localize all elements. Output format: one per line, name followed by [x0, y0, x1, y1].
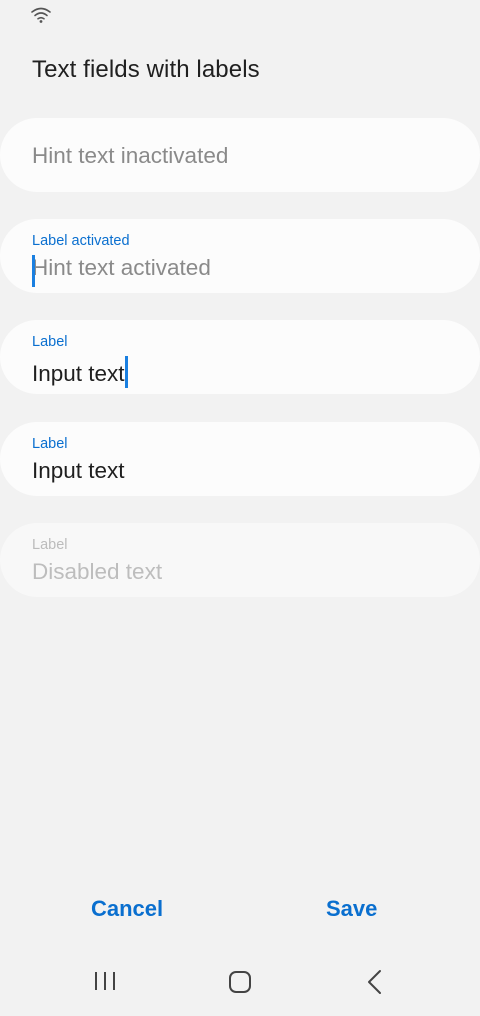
field-content: Input text	[32, 356, 128, 388]
action-bar: Cancel Save	[0, 896, 480, 932]
input-text: Input text	[32, 458, 125, 483]
hint-text: Hint text activated	[32, 255, 211, 280]
field-label: Label	[32, 537, 68, 553]
input-text: Input text	[32, 361, 125, 386]
recent-apps-icon[interactable]	[94, 970, 116, 992]
field-label: Label	[32, 334, 68, 350]
text-field-activated[interactable]: Label activated Hint text activated	[0, 219, 480, 293]
hint-text: Hint text inactivated	[32, 143, 229, 168]
screen: Text fields with labels Hint text inacti…	[0, 0, 480, 1016]
wifi-icon	[31, 7, 51, 23]
back-icon[interactable]	[366, 969, 384, 995]
status-bar	[0, 0, 480, 28]
field-label: Label activated	[32, 233, 130, 249]
text-field-disabled: Label Disabled text	[0, 523, 480, 597]
disabled-text: Disabled text	[32, 559, 163, 584]
save-button[interactable]: Save	[326, 896, 377, 922]
cancel-button[interactable]: Cancel	[91, 896, 163, 922]
text-field-inactive[interactable]: Hint text inactivated	[0, 118, 480, 192]
text-field-editing[interactable]: Label Input text	[0, 320, 480, 394]
page-title: Text fields with labels	[32, 56, 260, 83]
text-field-filled[interactable]: Label Input text	[0, 422, 480, 496]
text-cursor	[124, 356, 128, 388]
navigation-bar	[0, 956, 480, 1016]
field-label: Label	[32, 436, 68, 452]
home-icon[interactable]	[228, 970, 252, 994]
field-content: Hint text activated	[32, 255, 211, 287]
text-cursor	[32, 255, 35, 287]
